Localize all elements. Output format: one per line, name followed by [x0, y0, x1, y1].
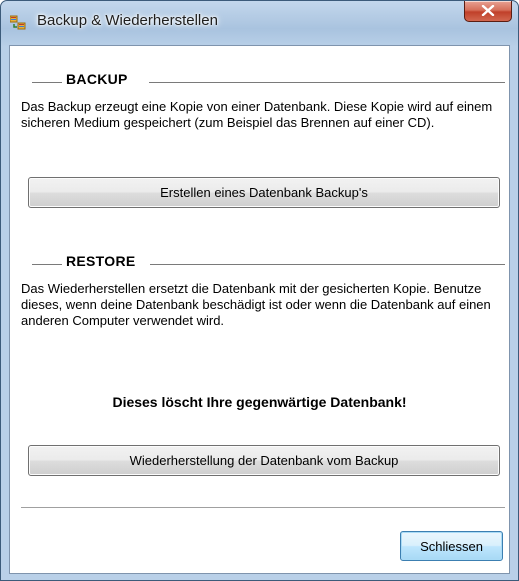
- restore-heading-line-left: [32, 264, 62, 265]
- window-title: Backup & Wiederherstellen: [37, 12, 218, 29]
- footer-divider: [21, 507, 505, 508]
- window-close-button[interactable]: [464, 1, 512, 22]
- create-backup-button[interactable]: Erstellen eines Datenbank Backup's: [28, 177, 500, 208]
- restore-heading: RESTORE: [66, 253, 136, 269]
- title-bar[interactable]: Backup & Wiederherstellen: [1, 1, 518, 45]
- restore-heading-line-right: [150, 264, 505, 265]
- backup-heading-line-right: [149, 82, 505, 83]
- backup-description: Das Backup erzeugt eine Kopie von einer …: [21, 99, 493, 130]
- close-button[interactable]: Schliessen: [400, 531, 503, 561]
- restore-description: Das Wiederherstellen ersetzt die Datenba…: [21, 281, 491, 328]
- backup-heading-line-left: [32, 82, 62, 83]
- restore-backup-button[interactable]: Wiederherstellung der Datenbank vom Back…: [28, 445, 500, 476]
- dialog-body: BACKUP Das Backup erzeugt eine Kopie von…: [9, 45, 510, 574]
- restore-warning: Dieses löscht Ihre gegenwärtige Datenban…: [112, 394, 407, 410]
- dialog-window: Backup & Wiederherstellen BACKUP Das Bac…: [0, 0, 519, 581]
- backup-heading: BACKUP: [66, 71, 128, 87]
- database-backup-icon: [9, 15, 26, 31]
- close-icon: [481, 5, 495, 16]
